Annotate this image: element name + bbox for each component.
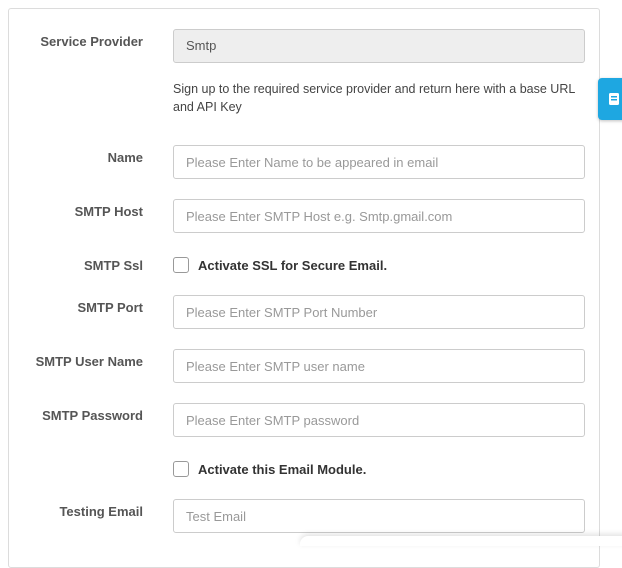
smtp-user-input[interactable] (173, 349, 585, 383)
smtp-port-input[interactable] (173, 295, 585, 329)
edit-icon (609, 93, 619, 105)
smtp-ssl-row[interactable]: Activate SSL for Secure Email. (173, 256, 387, 274)
activate-module-checkbox-label: Activate this Email Module. (198, 461, 367, 477)
service-provider-label: Service Provider (40, 34, 143, 49)
activate-module-row[interactable]: Activate this Email Module. (173, 460, 366, 478)
smtp-host-label: SMTP Host (74, 204, 143, 219)
testing-email-input[interactable] (173, 499, 585, 533)
service-provider-field: Smtp (173, 29, 585, 63)
side-edit-tab[interactable] (598, 78, 622, 120)
smtp-password-label: SMTP Password (42, 408, 143, 423)
name-input[interactable] (173, 145, 585, 179)
smtp-port-label: SMTP Port (77, 300, 144, 315)
testing-email-label: Testing Email (59, 504, 143, 519)
smtp-ssl-checkbox-label: Activate SSL for Secure Email. (198, 257, 388, 273)
smtp-password-input[interactable] (173, 403, 585, 437)
activate-module-checkbox[interactable] (173, 461, 189, 477)
service-provider-help-text: Sign up to the required service provider… (173, 82, 575, 114)
smtp-ssl-checkbox[interactable] (173, 257, 189, 273)
bottom-panel-edge (300, 536, 622, 546)
name-label: Name (107, 150, 143, 165)
smtp-ssl-label: SMTP Ssl (83, 258, 143, 273)
smtp-user-label: SMTP User Name (35, 354, 143, 369)
smtp-host-input[interactable] (173, 199, 585, 233)
